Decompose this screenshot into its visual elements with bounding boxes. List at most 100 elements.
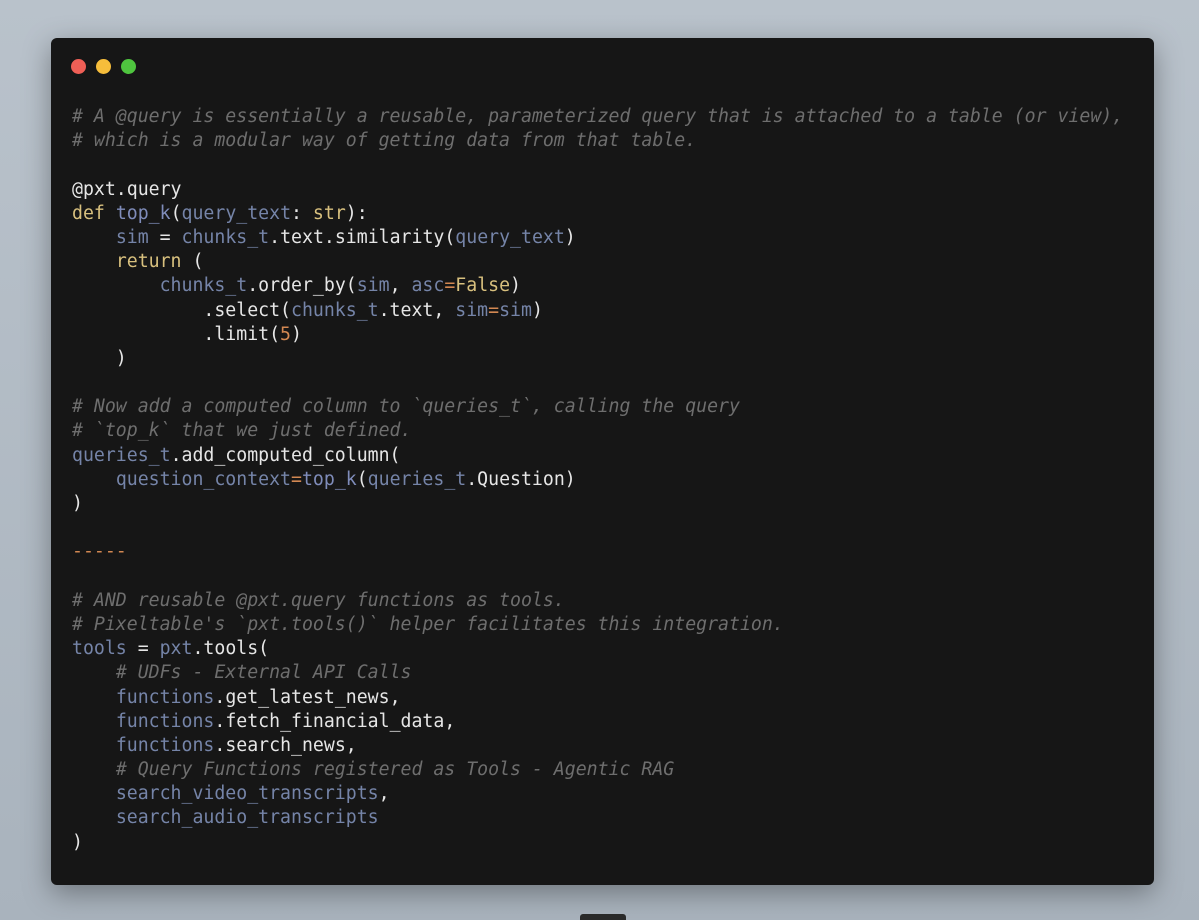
code-token: .Question) (466, 468, 576, 490)
code-token: def (72, 202, 105, 224)
code-line: tools = pxt.tools( (72, 637, 1123, 661)
code-token: tools (72, 638, 127, 660)
code-token: search_video_transcripts (115, 783, 379, 805)
code-line: # `top_k` that we just defined. (72, 419, 1123, 443)
code-token: ) (564, 226, 576, 248)
code-token: .order_by( (247, 275, 357, 297)
code-token: top_k (301, 468, 357, 490)
code-line: ----- (72, 540, 1123, 564)
code-line: # AND reusable @pxt.query functions as t… (72, 589, 1123, 613)
code-token: .fetch_financial_data, (214, 710, 456, 732)
code-token: .get_latest_news, (214, 686, 401, 708)
code-token: False (455, 275, 511, 297)
code-line: search_audio_transcripts (72, 806, 1123, 830)
code-line: queries_t.add_computed_column( (72, 444, 1123, 468)
code-token: return (115, 251, 182, 273)
code-line: ) (72, 347, 1123, 371)
code-token: , (378, 783, 390, 805)
code-token: ( (181, 251, 204, 273)
code-token: ----- (72, 541, 127, 563)
minimize-button[interactable] (96, 59, 111, 74)
code-token: = (488, 299, 500, 321)
code-token: top_k (115, 202, 171, 224)
code-token: ) (72, 493, 83, 514)
code-token: query_text (181, 202, 292, 224)
code-line: # A @query is essentially a reusable, pa… (72, 105, 1123, 129)
code-token: # A @query is essentially a reusable, pa… (72, 106, 1124, 127)
code-token: # `top_k` that we just defined. (72, 420, 412, 442)
code-line: .limit(5) (72, 323, 1123, 347)
code-token: functions (115, 686, 215, 708)
code-line: def top_k(query_text: str): (72, 202, 1123, 226)
code-line: @pxt.query (72, 178, 1123, 202)
code-token: @pxt.query (72, 178, 182, 200)
code-token: ) (72, 347, 127, 369)
code-line: # Pixeltable's `pxt.tools()` helper faci… (72, 613, 1123, 637)
code-token: , (389, 275, 412, 297)
code-token: queries_t (72, 444, 171, 466)
code-token: = (148, 226, 182, 248)
code-line: # UDFs - External API Calls (72, 661, 1123, 685)
code-token: functions (115, 710, 215, 732)
code-line: question_context=top_k(queries_t.Questio… (72, 468, 1123, 492)
code-token: sim (356, 275, 390, 297)
code-token: # AND reusable @pxt.query functions as t… (72, 589, 565, 611)
code-token: = (126, 638, 160, 660)
code-token: ): (345, 202, 368, 224)
code-token: = (444, 275, 456, 297)
code-token: .add_computed_column( (170, 444, 401, 466)
code-line: # Query Functions registered as Tools - … (72, 758, 1123, 782)
close-button[interactable] (71, 59, 86, 74)
code-line: .select(chunks_t.text, sim=sim) (72, 299, 1123, 323)
code-token: ( (356, 468, 368, 490)
code-line: # Now add a computed column to `queries_… (72, 395, 1123, 419)
code-line: return ( (72, 250, 1123, 274)
code-token: = (291, 468, 302, 490)
code-token: .tools( (192, 638, 270, 660)
code-token: # Now add a computed column to `queries_… (72, 396, 740, 418)
code-line: search_video_transcripts, (72, 782, 1123, 806)
code-line: functions.search_news, (72, 734, 1123, 758)
code-token: chunks_t (181, 226, 270, 248)
code-line: ) (72, 831, 1123, 855)
code-token: sim (455, 299, 489, 321)
code-token: str (312, 202, 346, 224)
scroll-handle[interactable] (580, 914, 626, 920)
code-token: ) (510, 275, 521, 297)
code-token: query_text (455, 226, 565, 248)
maximize-button[interactable] (121, 59, 136, 74)
code-token: sim (115, 226, 149, 248)
code-token: sim (499, 299, 532, 321)
code-line: chunks_t.order_by(sim, asc=False) (72, 274, 1123, 298)
code-line: functions.fetch_financial_data, (72, 710, 1123, 734)
code-token: ) (531, 299, 543, 321)
code-token: .limit( (72, 323, 281, 345)
code-token: chunks_t (291, 299, 379, 321)
code-line: ) (72, 492, 1123, 516)
code-token: .text, (378, 299, 456, 321)
code-token: asc (411, 275, 445, 297)
code-token: search_audio_transcripts (115, 807, 379, 829)
code-block: # A @query is essentially a reusable, pa… (72, 105, 1123, 855)
code-token: .text.similarity( (269, 226, 456, 248)
code-line: functions.get_latest_news, (72, 686, 1123, 710)
code-window: # A @query is essentially a reusable, pa… (51, 38, 1154, 885)
code-token: ) (291, 323, 302, 345)
code-token: # UDFs - External API Calls (115, 662, 412, 684)
code-token: pxt (159, 638, 193, 660)
code-token: queries_t (367, 468, 467, 490)
